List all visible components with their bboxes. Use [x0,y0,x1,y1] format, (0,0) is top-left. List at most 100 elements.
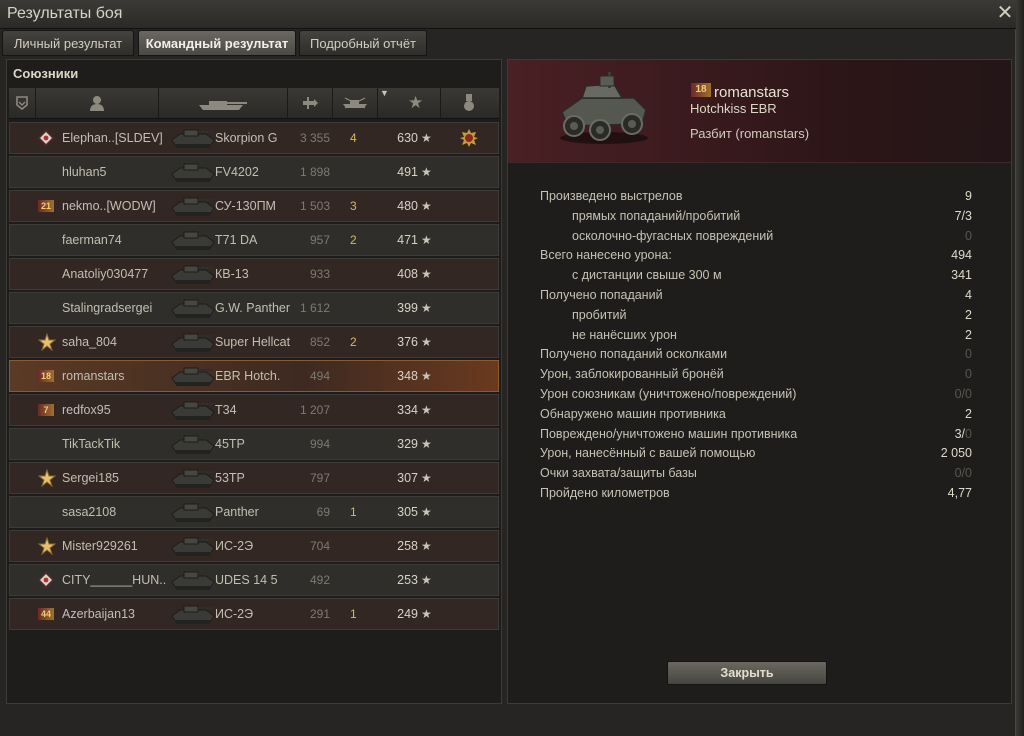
stat-value: 7/3 [955,206,972,226]
table-row[interactable]: Anatoliy030477 КВ-13 933 408 ★ [9,258,499,290]
star-icon: ★ [421,335,432,349]
table-row[interactable]: sasa2108 Panther 69 1 305 ★ [9,496,499,528]
player-nickname: romanstars [62,369,125,383]
class-badge-icon [38,469,56,487]
stat-value-text: 0 [965,228,972,243]
table-row[interactable]: saha_804 Super Hellcat 852 2 376 ★ [9,326,499,358]
player-header: 18 romanstars Hotchkiss EBR Разбит (roma… [508,60,1011,163]
damage-value: 994 [309,437,330,451]
stat-label: с дистанции свыше 300 м [572,268,722,283]
stat-label: не нанёсших урон [572,327,677,342]
player-nickname: Azerbaijan13 [62,607,135,621]
tab-personal-result[interactable]: Личный результат [2,30,134,56]
player-nickname: sasa2108 [62,505,117,519]
column-kills[interactable] [333,88,378,118]
rank-badge: 7 [38,404,54,416]
stat-value: 3/0 [955,424,972,444]
star-icon: ★ [421,199,432,213]
stat-value-text: 2 [965,307,972,322]
close-button[interactable]: Закрыть [667,661,827,685]
experience-value: 399 [397,301,418,315]
column-player[interactable] [36,88,159,118]
column-damage[interactable] [288,88,333,118]
player-nickname: Elephan..[SLDEV] [62,131,163,145]
table-row[interactable]: TikTackTik 45TP 994 329 ★ [9,428,499,460]
kills-value: 2 [350,233,357,247]
vehicle-thumbnail [171,333,215,352]
stat-value-text: 341 [951,268,972,283]
player-nickname: Sergei185 [62,471,119,485]
table-row[interactable]: Elephan..[SLDEV] Skorpion G 3 355 4 630 ★ [9,122,499,154]
damage-value: 933 [309,267,330,281]
column-medals[interactable] [441,88,499,118]
stat-value-text: 3/ [954,426,966,441]
table-row[interactable]: Mister929261 ИС-2Э 704 258 ★ [9,530,499,562]
vehicle-thumbnail [171,537,215,556]
player-nickname: nekmo..[WODW] [62,199,156,213]
close-icon[interactable]: ✕ [996,3,1014,23]
star-icon: ★ [421,471,432,485]
stat-row: Очки захвата/защиты базы 0/0 [540,463,972,483]
stat-label: Очки захвата/защиты базы [540,466,697,481]
stat-label: Урон, нанесённый с вашей помощью [540,446,756,461]
damage-value: 69 [316,505,330,519]
stat-value-text: 4 [965,288,972,302]
table-row[interactable]: faerman74 T71 DA 957 2 471 ★ [9,224,499,256]
column-squad[interactable] [9,88,36,118]
stat-row: Получено попаданий осколками 0 [540,344,972,364]
vehicle-thumbnail [171,435,215,454]
stat-value-text: 4,77 [947,486,972,500]
stat-row: пробитий 2 [540,305,972,325]
stat-value: 0 [965,344,972,364]
shield-icon [16,96,28,110]
column-vehicle[interactable] [159,88,288,118]
player-nickname: Mister929261 [62,539,138,553]
stat-value-text: 0/0 [954,387,972,401]
experience-value: 307 [397,471,418,485]
table-row[interactable]: Stalingradsergei G.W. Panther 1 612 399 ★ [9,292,499,324]
vehicle-name: Skorpion G [215,131,278,145]
tab-detailed-report[interactable]: Подробный отчёт [299,30,427,56]
stat-label: Получено попаданий [540,288,663,302]
damage-value: 852 [309,335,330,349]
kills-value: 1 [350,505,357,519]
table-row[interactable]: 7 redfox95 T34 1 207 334 ★ [9,394,499,426]
player-nickname: saha_804 [62,335,117,349]
medal-icon[interactable] [460,129,478,147]
table-row[interactable]: hluhan5 FV4202 1 898 491 ★ [9,156,499,188]
vehicle-name: T34 [215,403,237,417]
player-icon [90,96,104,111]
stat-row: осколочно-фугасных повреждений 0 [540,226,972,246]
stat-value: 341 [951,265,972,285]
player-name: romanstars [714,84,790,101]
player-details-panel: 18 romanstars Hotchkiss EBR Разбит (roma… [507,59,1012,704]
stat-row: Повреждено/уничтожено машин противника 3/… [540,424,972,444]
table-row[interactable]: 44 Azerbaijan13 ИС-2Э 291 1 249 ★ [9,598,499,630]
window-title: Результаты боя [7,5,123,22]
stat-value: 9 [965,186,972,206]
star-icon: ★ [408,93,424,112]
star-icon: ★ [421,437,432,451]
damage-value: 1 898 [299,165,330,179]
damage-value: 1 612 [299,301,330,315]
table-row[interactable]: 18 romanstars EBR Hotch. 494 348 ★ [9,360,499,392]
tab-team-result[interactable]: Командный результат [138,30,296,56]
vehicle-name: Super Hellcat [215,335,291,349]
table-header: ★ [9,88,499,119]
vehicle-thumbnail [171,197,215,216]
player-status: Разбит (romanstars) [690,126,810,141]
experience-value: 471 [397,233,418,247]
star-icon: ★ [421,131,432,145]
stat-value-text: 2 [965,406,972,421]
class-badge-icon [38,572,54,588]
table-row[interactable]: Sergei185 53TP 797 307 ★ [9,462,499,494]
table-row[interactable]: CITY______HUN.. UDES 14 5 492 253 ★ [9,564,499,596]
rank-badge: 18 [38,370,54,382]
stat-value-text: 2 [965,327,972,342]
damage-value: 1 503 [299,199,330,213]
stat-label: Обнаружено машин противника [540,406,726,421]
stat-row: Урон союзникам (уничтожено/повреждений) 0… [540,384,972,404]
vehicle-thumbnail [171,231,215,250]
damage-value: 492 [309,573,330,587]
table-row[interactable]: 21 nekmo..[WODW] СУ-130ПМ 1 503 3 480 ★ [9,190,499,222]
